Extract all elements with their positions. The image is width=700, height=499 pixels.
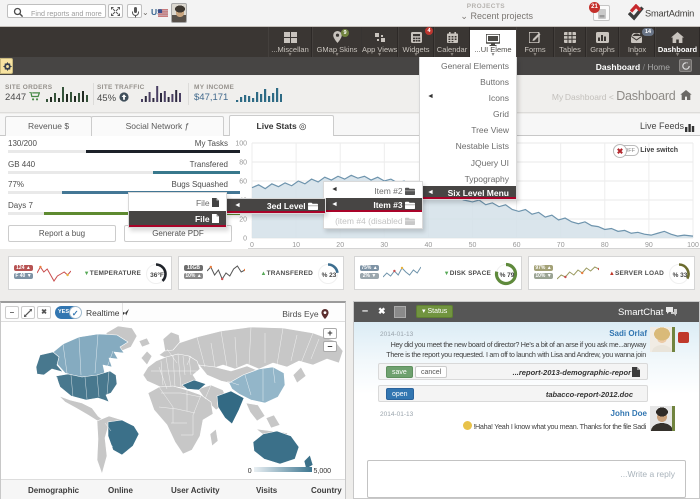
svg-text:30: 30 [380,242,388,249]
svg-text:80: 80 [601,242,609,249]
svg-text:60: 60 [239,179,247,186]
svg-text:SmartAdmin: SmartAdmin [645,9,694,19]
svg-text:20: 20 [336,242,344,249]
svg-text:36°F: 36°F [150,271,164,279]
svg-text:40: 40 [425,242,433,249]
svg-text:0: 0 [243,236,247,243]
svg-text:100: 100 [235,141,247,148]
svg-text:100: 100 [687,242,699,249]
svg-text:50: 50 [469,242,477,249]
svg-text:10: 10 [292,242,300,249]
svg-text:% 23: % 23 [322,272,337,279]
svg-text:90: 90 [645,242,653,249]
svg-text:80: 80 [239,160,247,167]
svg-text:20: 20 [239,217,247,224]
svg-text:60: 60 [513,242,521,249]
svg-text:0: 0 [250,242,254,249]
svg-text:% 33: % 33 [673,272,688,279]
svg-text:70: 70 [557,242,565,249]
svg-text:% 79: % 79 [500,272,515,279]
